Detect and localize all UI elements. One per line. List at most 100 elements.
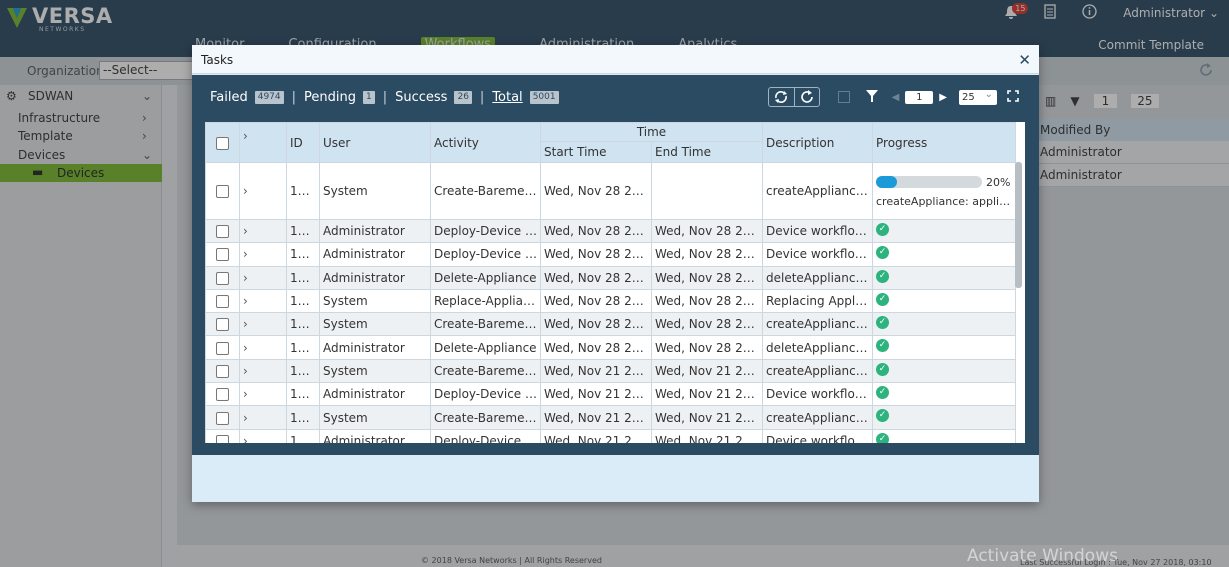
cell-start-time: Wed, Nov 28 2018, ... [540, 335, 652, 360]
cell-progress: ✓ [872, 265, 1016, 290]
cell-activity: Deploy-Device Wor... [430, 382, 541, 407]
success-label[interactable]: Success [395, 90, 447, 105]
table-row[interactable]: › 102...AdministratorDeploy-Device Wor...… [205, 428, 1016, 443]
cell-end-time: Wed, Nov 21 2018, ... [651, 428, 763, 443]
cell-end-time: Wed, Nov 21 2018, ... [651, 382, 763, 407]
failed-label[interactable]: Failed [210, 90, 248, 105]
table-row[interactable]: ›102...SystemCreate-Baremetal ...Wed, No… [205, 358, 1016, 384]
success-check-icon: ✓ [876, 269, 889, 283]
chevron-right-icon[interactable]: › [243, 184, 248, 198]
row-checkbox[interactable] [216, 248, 229, 262]
cell-user: System [319, 312, 431, 337]
chevron-right-icon[interactable]: › [243, 434, 248, 443]
cell-description: Device workflow d... [762, 218, 873, 244]
table-row[interactable]: › 102...AdministratorDeploy-Device Wor...… [205, 382, 1016, 407]
tasks-modal: Tasks ✕ Failed 4974 | Pending 1 | Succes… [192, 45, 1039, 502]
prev-page-icon[interactable]: ◀ [892, 92, 900, 103]
auto-refresh-button[interactable] [769, 88, 794, 106]
chevron-right-icon[interactable]: › [243, 364, 248, 378]
cell-end-time: Wed, Nov 28 2018, ... [651, 312, 763, 337]
col-end-time[interactable]: End Time [651, 141, 763, 163]
page-size-select[interactable]: 25 [959, 87, 997, 105]
chevron-right-icon[interactable]: › [243, 271, 248, 285]
chevron-right-icon[interactable]: › [243, 387, 248, 401]
pending-label[interactable]: Pending [304, 90, 356, 105]
chevron-right-icon[interactable]: › [243, 247, 248, 261]
close-icon[interactable]: ✕ [1018, 51, 1031, 69]
row-checkbox[interactable] [216, 388, 229, 402]
total-label[interactable]: Total [492, 90, 522, 105]
chevron-right-icon[interactable]: › [243, 224, 248, 238]
cell-end-time: Wed, Nov 28 2018, ... [651, 242, 763, 267]
row-select-cell [205, 382, 240, 407]
chevron-right-icon[interactable]: › [243, 411, 248, 425]
cell-id: 102... [286, 358, 320, 384]
col-user[interactable]: User [319, 122, 431, 163]
row-checkbox[interactable] [216, 271, 229, 285]
next-page-icon[interactable]: ▶ [939, 92, 947, 103]
row-checkbox[interactable] [216, 411, 229, 425]
row-select-cell [205, 405, 240, 430]
cell-user: System [319, 288, 431, 314]
row-select-cell [205, 358, 240, 384]
row-expand-cell: › [239, 288, 287, 314]
row-select-cell [205, 242, 240, 267]
row-expand-cell: › [239, 265, 287, 290]
row-select-cell [205, 312, 240, 337]
cell-user: System [319, 405, 431, 430]
chevron-right-icon[interactable]: › [243, 341, 248, 355]
select-all-checkbox[interactable] [216, 136, 229, 150]
scrollbar[interactable] [1015, 162, 1022, 288]
filter-icon[interactable] [865, 89, 878, 105]
cell-activity: Delete-Appliance [430, 265, 541, 290]
cell-start-time: Wed, Nov 21 2018, ... [540, 405, 652, 430]
cell-start-time: Wed, Nov 21 2018, ... [540, 428, 652, 443]
failed-count: 4974 [254, 91, 284, 104]
row-select-cell [205, 335, 240, 360]
row-checkbox[interactable] [216, 434, 229, 443]
col-activity[interactable]: Activity [430, 122, 541, 163]
expand-icon[interactable] [1007, 89, 1019, 105]
row-checkbox[interactable] [216, 341, 229, 355]
progress-bar [876, 176, 982, 188]
row-checkbox[interactable] [216, 318, 229, 332]
table-row[interactable]: ›102...SystemCreate-Baremetal ...Wed, No… [205, 312, 1016, 337]
success-count: 26 [454, 91, 472, 104]
col-progress[interactable]: Progress [872, 122, 1016, 163]
cell-description: createAppliance: a... [762, 312, 873, 337]
table-row[interactable]: ›102...SystemCreate-Baremetal ...Wed, No… [205, 405, 1016, 430]
select-all-cell [205, 122, 240, 163]
cell-activity: Deploy-Device Wor... [430, 218, 541, 244]
chevron-right-icon[interactable]: › [243, 317, 248, 331]
modal-body: Failed 4974 | Pending 1 | Success 26 | T… [192, 75, 1039, 455]
row-checkbox[interactable] [216, 295, 229, 309]
row-expand-cell: › [239, 358, 287, 384]
row-checkbox[interactable] [216, 225, 229, 239]
chevron-right-icon[interactable]: › [243, 294, 248, 308]
cell-description: Device workflow d... [762, 428, 873, 443]
table-row[interactable]: › 102...AdministratorDeploy-Device Wor...… [205, 242, 1016, 267]
cell-description: Device workflow d... [762, 242, 873, 267]
table-row[interactable]: › 102...AdministratorDeploy-Device Wor...… [205, 218, 1016, 244]
row-checkbox[interactable] [216, 185, 229, 198]
col-description[interactable]: Description [762, 122, 873, 163]
refresh-button[interactable] [793, 88, 819, 106]
cell-progress: ✓ [872, 405, 1016, 430]
chevron-right-icon[interactable]: › [243, 129, 248, 143]
col-id[interactable]: ID [286, 122, 320, 163]
row-checkbox[interactable] [216, 364, 229, 378]
col-start-time[interactable]: Start Time [540, 141, 652, 163]
table-row[interactable]: ›102...AdministratorDelete-ApplianceWed,… [205, 265, 1016, 290]
page-number-input[interactable]: 1 [905, 90, 934, 104]
cell-description: createAppliance: a... [762, 162, 873, 220]
success-check-icon: ✓ [876, 432, 889, 443]
table-row[interactable]: ›102...SystemReplace-ApplianceWed, Nov 2… [205, 288, 1016, 314]
success-check-icon: ✓ [876, 409, 889, 423]
cell-start-time: Wed, Nov 21 2018, ... [540, 382, 652, 407]
table-row[interactable]: ›102...AdministratorDelete-ApplianceWed,… [205, 335, 1016, 360]
separator: | [291, 90, 297, 105]
cell-id: 102... [286, 428, 320, 443]
row-select-cell [205, 288, 240, 314]
collapse-icon[interactable] [837, 91, 850, 103]
table-row[interactable]: ›102...SystemCreate-Baremetal ...Wed, No… [205, 162, 1016, 220]
